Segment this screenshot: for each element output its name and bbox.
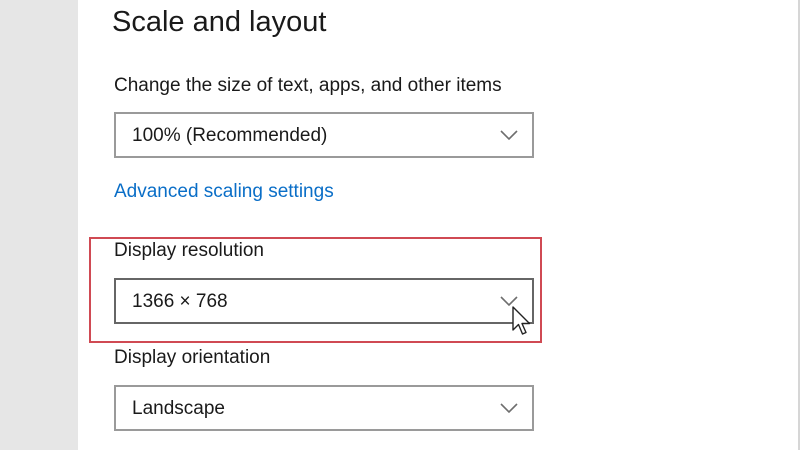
scale-dropdown-value: 100% (Recommended) [132, 125, 328, 146]
advanced-scaling-settings-link[interactable]: Advanced scaling settings [114, 180, 334, 204]
resolution-dropdown-value: 1366 × 768 [132, 291, 228, 312]
chevron-down-icon [500, 130, 518, 141]
scale-label: Change the size of text, apps, and other… [114, 75, 502, 96]
scale-dropdown[interactable]: 100% (Recommended) [114, 112, 534, 158]
mouse-cursor-icon [512, 306, 531, 335]
settings-panel [78, 0, 798, 450]
orientation-dropdown[interactable]: Landscape [114, 385, 534, 431]
orientation-label: Display orientation [114, 347, 271, 368]
resolution-label: Display resolution [114, 240, 264, 261]
resolution-dropdown[interactable]: 1366 × 768 [114, 278, 534, 324]
section-title: Scale and layout [112, 6, 327, 38]
navigation-sidebar-edge [0, 0, 79, 450]
chevron-down-icon [500, 403, 518, 414]
orientation-dropdown-value: Landscape [132, 398, 225, 419]
